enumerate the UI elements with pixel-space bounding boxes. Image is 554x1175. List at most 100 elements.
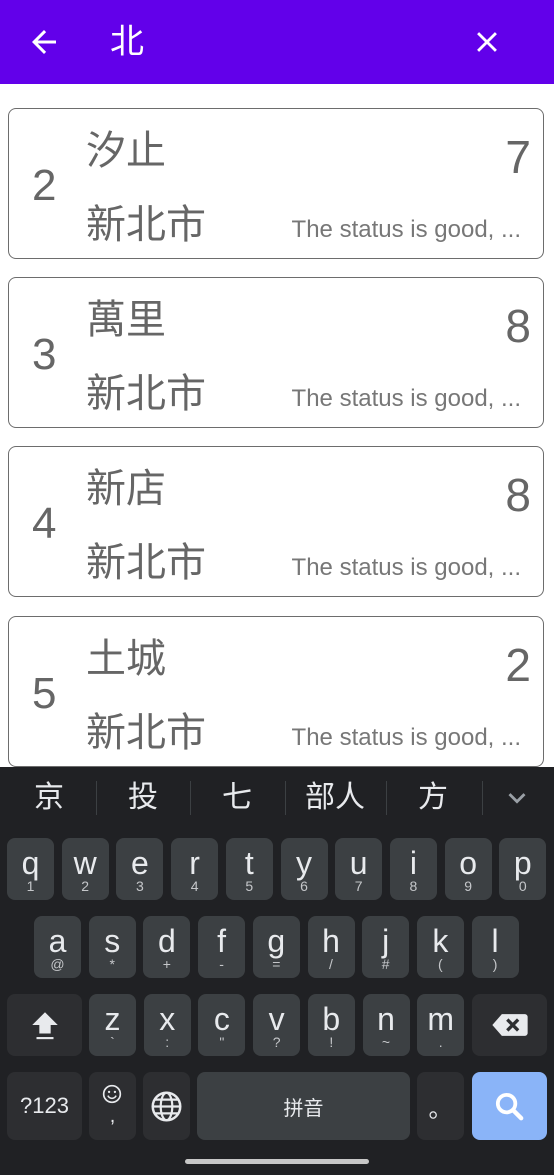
key-label: k	[432, 923, 449, 959]
key-label: r	[189, 845, 200, 881]
key-label: h	[322, 923, 340, 959]
key-s[interactable]: s *	[88, 916, 136, 978]
result-name: 新店	[86, 466, 166, 512]
key-label: g	[267, 923, 286, 959]
key-hint: 8	[409, 878, 418, 894]
key-h[interactable]: h /	[307, 916, 355, 978]
result-count: 2	[505, 639, 531, 691]
period-key[interactable]: 。	[417, 1072, 464, 1140]
result-card[interactable]: 4 新店 新北市 8 The status is good, ...	[8, 446, 544, 597]
key-k[interactable]: k(	[416, 916, 464, 978]
key-w[interactable]: w2	[61, 838, 109, 900]
result-rank: 4	[32, 499, 57, 548]
key-z[interactable]: z `	[89, 994, 136, 1056]
gesture-nav-bar[interactable]	[185, 1159, 369, 1164]
soft-keyboard: 京 投 七 部人 方 q1w2e3r4t5y6u7i8o9p0 a @ s * d + f -…	[0, 767, 554, 1175]
result-status: The status is good, ...	[291, 216, 521, 243]
shift-icon	[32, 1012, 58, 1040]
result-city: 新北市	[86, 710, 206, 756]
back-arrow-icon[interactable]	[26, 24, 62, 60]
app-bar: 北	[0, 0, 554, 84]
key-hint: 2	[81, 878, 90, 894]
key-label: n	[377, 1001, 395, 1037]
key-t[interactable]: t5	[225, 838, 273, 900]
suggestion-item[interactable]: 部人	[292, 775, 378, 821]
result-name: 汐止	[86, 128, 166, 174]
key-r[interactable]: r4	[171, 838, 219, 900]
key-hint: !	[329, 1034, 334, 1050]
key-d[interactable]: d +	[143, 916, 191, 978]
search-key[interactable]	[472, 1072, 547, 1140]
key-hint: 5	[245, 878, 254, 894]
suggestion-divider	[285, 781, 286, 815]
key-q[interactable]: q1	[7, 838, 54, 900]
key-hint: 0	[518, 878, 527, 894]
key-label: s	[104, 923, 121, 959]
result-count: 8	[505, 469, 531, 521]
key-hint: `	[110, 1034, 115, 1050]
result-city: 新北市	[86, 540, 206, 586]
key-label: m	[427, 1001, 455, 1037]
key-x[interactable]: x:	[143, 994, 191, 1056]
key-i[interactable]: i8	[389, 838, 437, 900]
close-icon[interactable]	[470, 25, 504, 59]
key-a[interactable]: a @	[34, 916, 81, 978]
shift-key[interactable]	[7, 994, 82, 1056]
key-label: z	[104, 1001, 121, 1037]
key-label: u	[349, 845, 368, 881]
suggestion-item[interactable]: 七	[198, 775, 276, 821]
key-hint: (	[438, 956, 443, 972]
backspace-key[interactable]	[472, 994, 547, 1056]
key-f[interactable]: f-	[198, 916, 246, 978]
key-label: y	[296, 845, 312, 881]
key-label: b	[322, 1001, 341, 1037]
key-hint: "	[219, 1034, 225, 1050]
key-e[interactable]: e3	[116, 838, 164, 900]
result-name: 土城	[86, 636, 166, 682]
space-key[interactable]: 拼音	[197, 1072, 410, 1140]
key-label: e	[130, 845, 149, 881]
suggestion-item[interactable]: 京	[10, 775, 88, 821]
symbols-key[interactable]: ?123	[7, 1072, 82, 1140]
key-g[interactable]: g =	[252, 916, 300, 978]
key-hint: 6	[300, 878, 308, 894]
language-key[interactable]	[143, 1072, 190, 1140]
space-key-label: 拼音	[283, 1095, 324, 1120]
key-label: p	[513, 845, 532, 881]
key-y[interactable]: y6	[280, 838, 328, 900]
result-card[interactable]: 2 汐止 新北市 7 The status is good, ...	[8, 108, 544, 259]
suggestion-divider	[482, 781, 483, 815]
suggestion-item[interactable]: 投	[104, 775, 182, 821]
result-rank: 2	[32, 161, 57, 210]
key-j[interactable]: j #	[362, 916, 410, 978]
suggestion-bar: 京 投 七 部人 方	[0, 767, 554, 829]
key-hint: .	[438, 1034, 443, 1050]
search-icon	[495, 1092, 524, 1121]
suggestion-item[interactable]: 方	[394, 775, 472, 821]
key-hint: +	[162, 956, 171, 972]
key-c[interactable]: c "	[198, 994, 246, 1056]
key-o[interactable]: o9	[444, 838, 492, 900]
result-status: The status is good, ...	[291, 385, 521, 412]
result-card[interactable]: 3 萬里 新北市 8 The status is good, ...	[8, 277, 544, 428]
key-label: l	[491, 923, 499, 959]
key-hint: 4	[190, 878, 199, 894]
key-n[interactable]: n ~	[362, 994, 410, 1056]
key-label: a	[48, 923, 67, 959]
key-l[interactable]: l)	[471, 916, 519, 978]
key-p[interactable]: p0	[499, 838, 547, 900]
key-b[interactable]: b!	[307, 994, 355, 1056]
result-card[interactable]: 5 土城 新北市 2 The status is good, ...	[8, 616, 544, 767]
key-v[interactable]: v?	[253, 994, 301, 1056]
result-status: The status is good, ...	[291, 724, 521, 751]
suggestion-divider	[386, 781, 387, 815]
emoji-key[interactable]: ,	[89, 1072, 136, 1140]
key-u[interactable]: u7	[335, 838, 383, 900]
result-rank: 3	[32, 330, 57, 379]
key-label: c	[213, 1001, 230, 1037]
search-input[interactable]: 北	[110, 18, 144, 66]
key-m[interactable]: m.	[417, 994, 465, 1056]
chevron-down-icon[interactable]	[500, 781, 534, 815]
key-hint: #	[381, 956, 390, 972]
key-label: q	[21, 845, 40, 881]
